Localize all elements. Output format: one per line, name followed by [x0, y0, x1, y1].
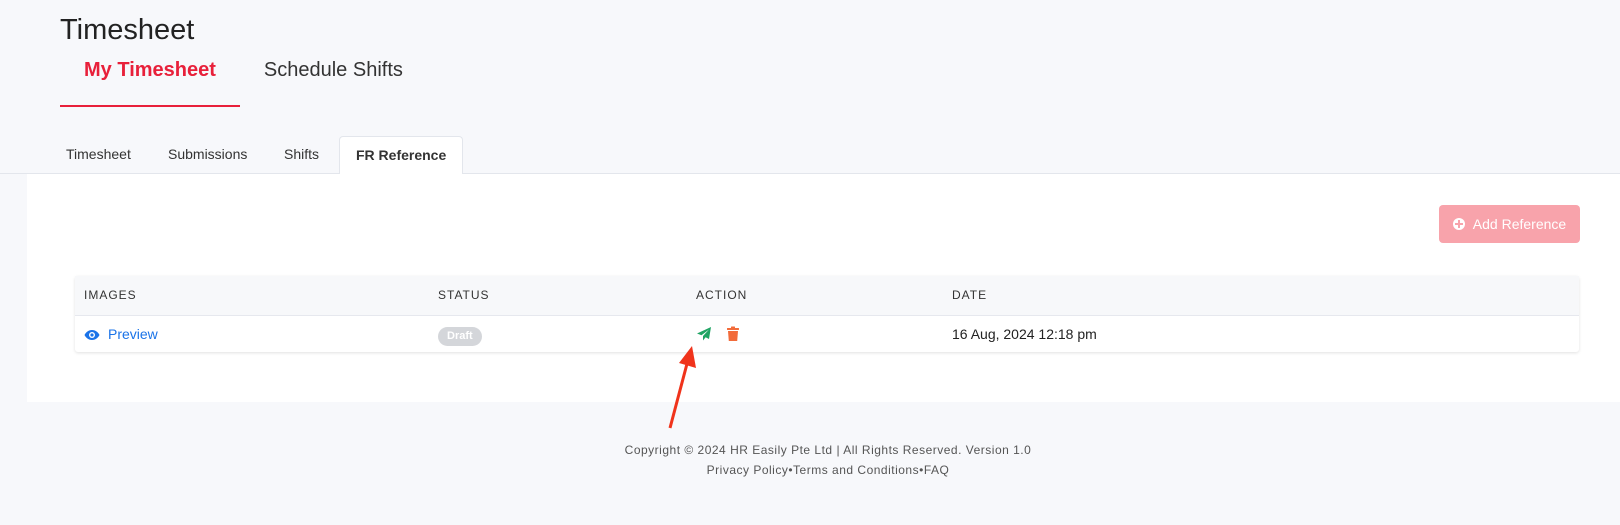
page-title: Timesheet [60, 14, 195, 46]
footer-links: Privacy Policy•Terms and Conditions•FAQ [0, 460, 1620, 480]
table-row: Preview Draft 16 Aug, 2024 12:18 pm [75, 316, 1579, 353]
column-header-action: ACTION [696, 288, 748, 302]
subtab-submissions[interactable]: Submissions [168, 136, 247, 173]
terms-link[interactable]: Terms and Conditions [793, 463, 919, 477]
trash-icon[interactable] [726, 326, 740, 342]
subtab-shifts[interactable]: Shifts [284, 136, 319, 173]
preview-label: Preview [108, 326, 158, 342]
sub-tabs: Timesheet Submissions Shifts FR Referenc… [0, 136, 1620, 175]
privacy-policy-link[interactable]: Privacy Policy [707, 463, 789, 477]
main-tabs: My Timesheet Schedule Shifts [60, 55, 427, 107]
add-reference-button[interactable]: Add Reference [1439, 205, 1580, 243]
copyright-text: Copyright © 2024 HR Easily Pte Ltd | All… [624, 443, 1032, 457]
column-header-date: DATE [952, 288, 988, 302]
preview-link[interactable]: Preview [84, 316, 158, 353]
status-cell: Draft [438, 316, 482, 353]
annotation-arrow [668, 346, 696, 429]
subtab-timesheet[interactable]: Timesheet [66, 136, 131, 173]
tab-my-timesheet[interactable]: My Timesheet [60, 55, 240, 107]
subtab-fr-reference[interactable]: FR Reference [339, 136, 464, 175]
send-icon[interactable] [696, 326, 712, 342]
status-badge: Draft [438, 327, 482, 346]
table-header: IMAGES STATUS ACTION DATE [75, 276, 1579, 316]
eye-icon [84, 329, 100, 340]
add-reference-label: Add Reference [1472, 216, 1567, 232]
faq-link[interactable]: FAQ [924, 463, 950, 477]
images-cell: Preview [84, 316, 158, 353]
plus-circle-icon [1452, 218, 1465, 230]
column-header-images: IMAGES [84, 288, 137, 302]
footer: Copyright © 2024 HR Easily Pte Ltd | All… [0, 440, 1620, 480]
date-cell: 16 Aug, 2024 12:18 pm [952, 326, 1097, 342]
tab-schedule-shifts[interactable]: Schedule Shifts [240, 55, 427, 107]
reference-table: IMAGES STATUS ACTION DATE Preview Draft [75, 276, 1579, 352]
column-header-status: STATUS [438, 288, 490, 302]
